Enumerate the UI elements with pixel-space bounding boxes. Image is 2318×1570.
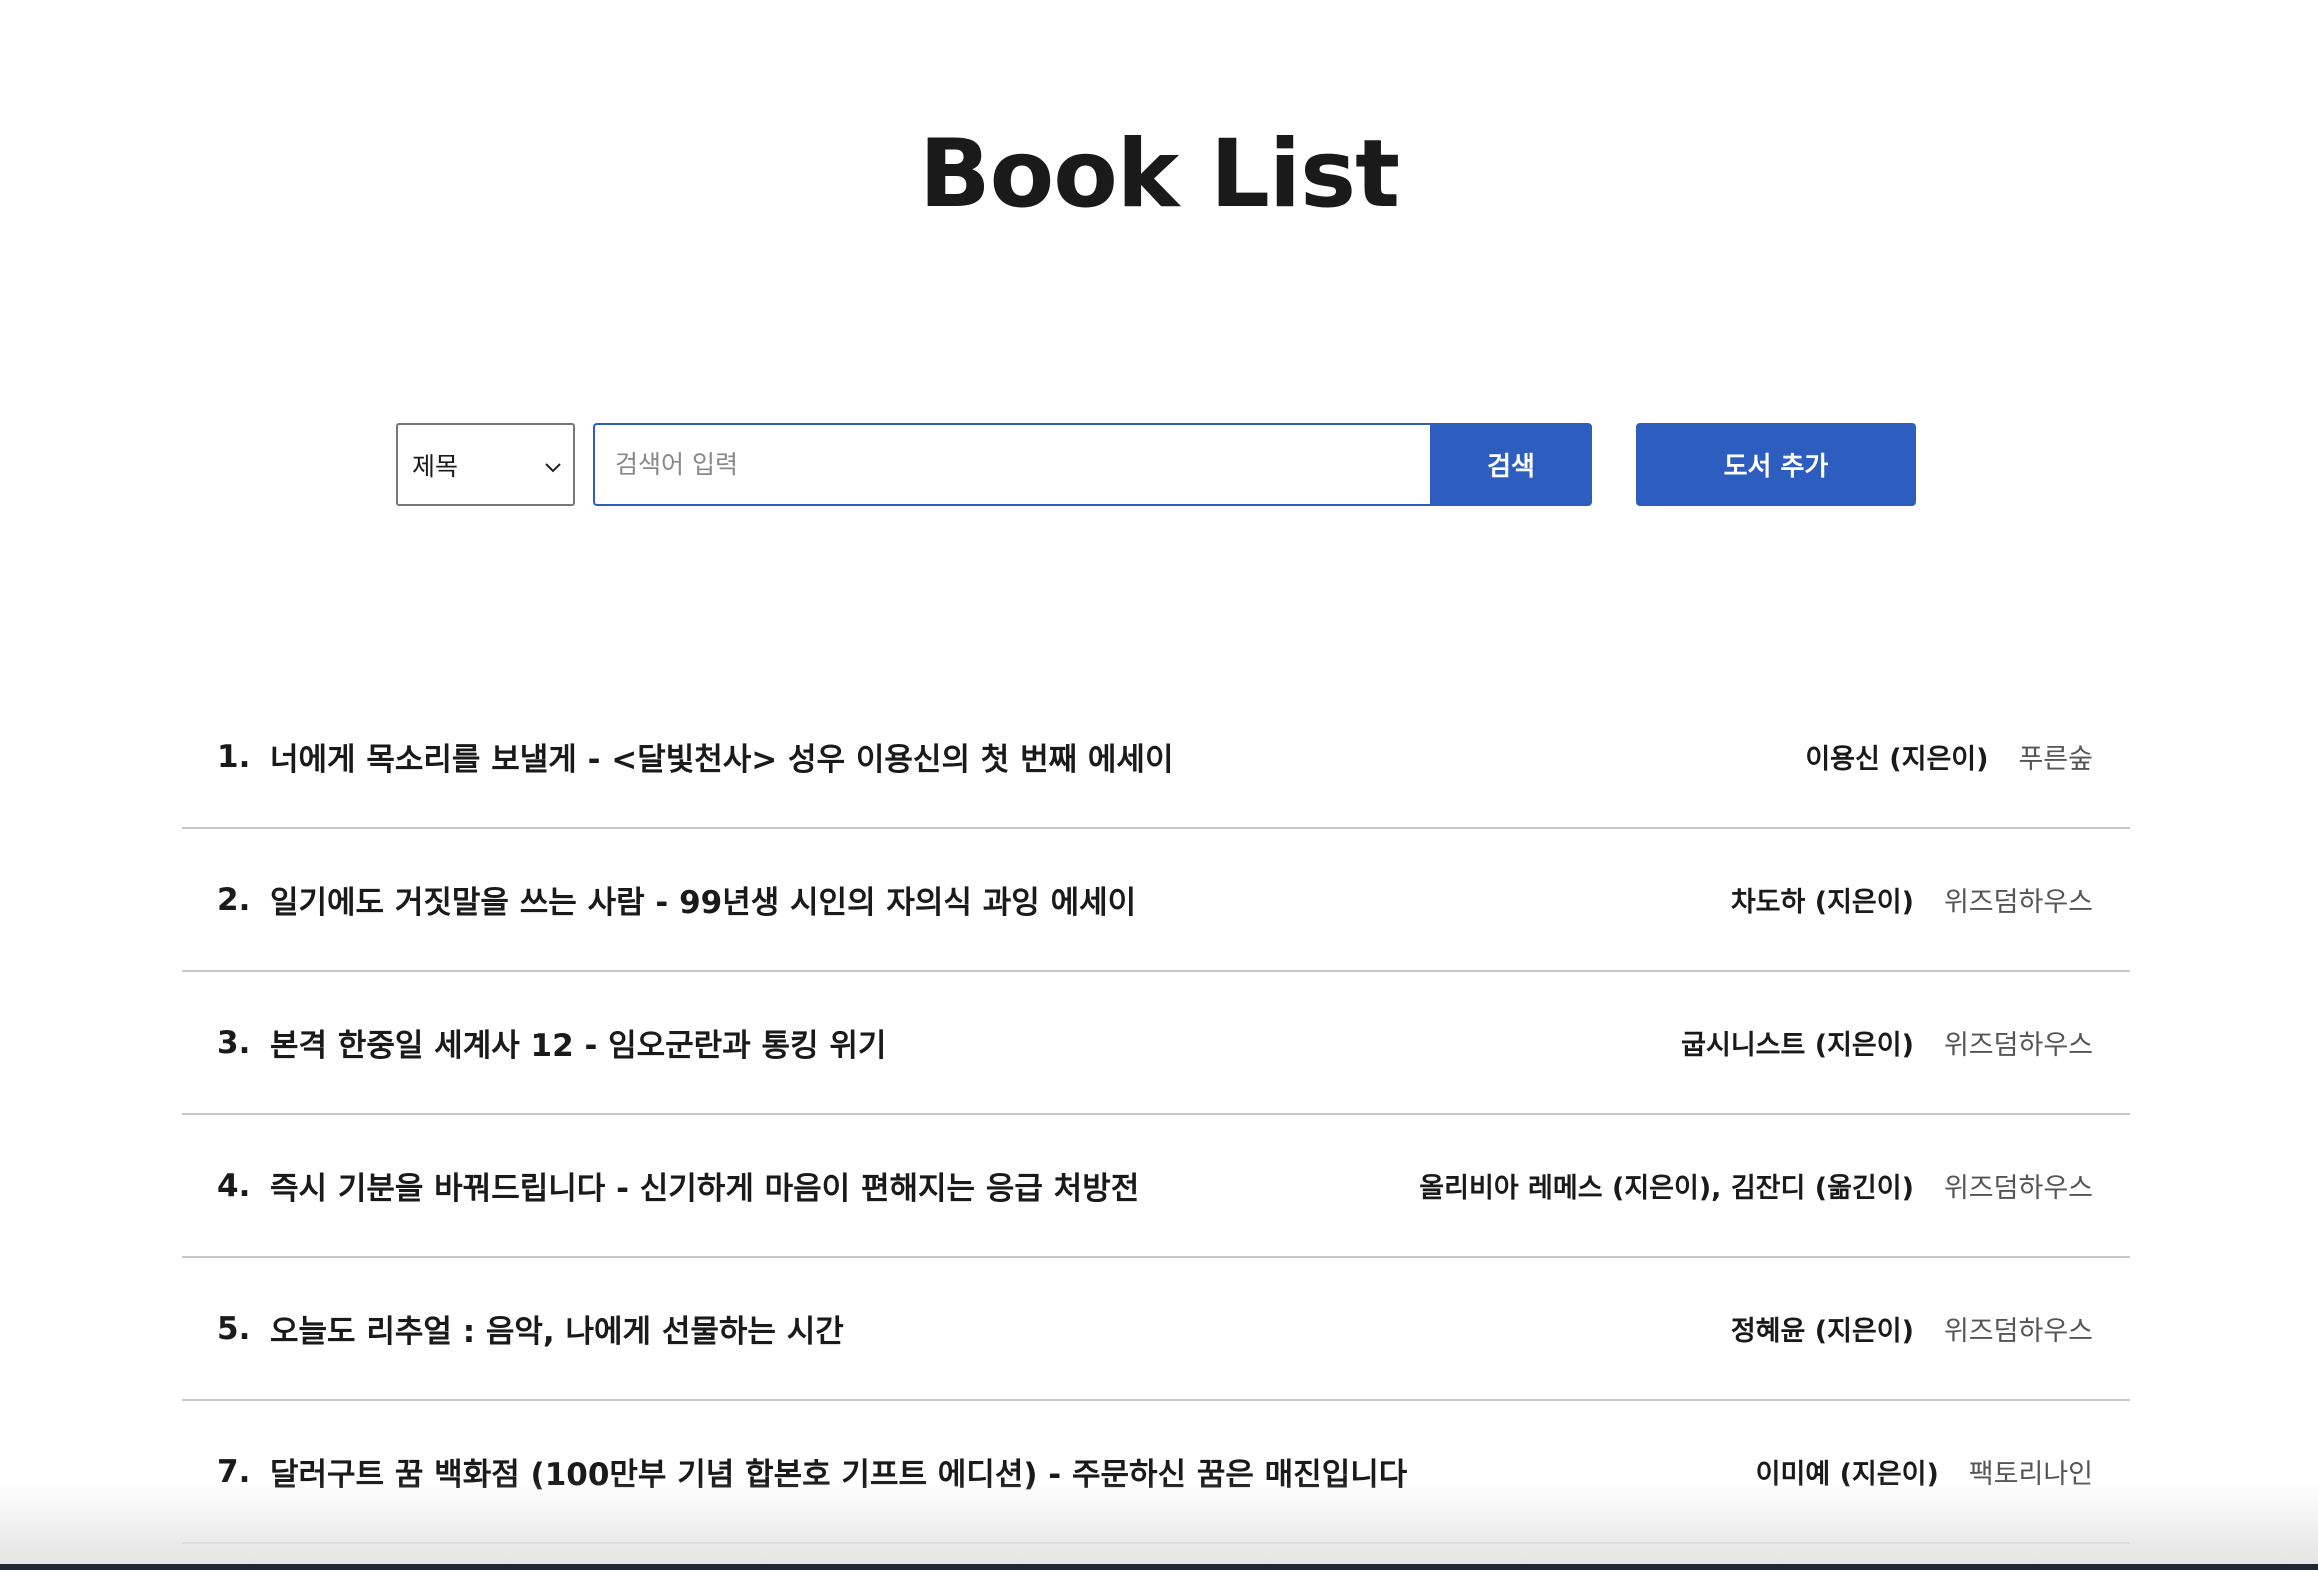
book-number: 3. [217,1024,251,1061]
book-row[interactable]: 2. 일기에도 거짓말을 쓰는 사람 - 99년생 시인의 자의식 과잉 에세이 차… [182,829,2130,972]
book-title[interactable]: 달러구트 꿈 백화점 (100만부 기념 합본호 기프트 에디션) - 주문하신… [270,1449,1756,1494]
book-publisher: 위즈덤하우스 [1943,1030,2093,1061]
book-number: 5. [217,1310,251,1347]
search-button[interactable]: 검색 [1430,423,1592,506]
book-author: 정혜윤 (지은이) [1730,1316,1914,1347]
book-number: 1. [217,738,251,775]
book-publisher: 위즈덤하우스 [1943,1316,2093,1347]
book-author: 이미예 (지은이) [1755,1459,1939,1490]
book-row[interactable]: 5. 오늘도 리추얼 : 음악, 나에게 선물하는 시간 정혜윤 (지은이) 위즈덤하… [182,1258,2130,1401]
book-row[interactable]: 4. 즉시 기분을 바꿔드립니다 - 신기하게 마음이 편해지는 응급 처방전 올리… [182,1115,2130,1258]
book-publisher: 푸른숲 [2018,744,2093,775]
book-number: 2. [217,881,251,918]
book-author: 이용신 (지은이) [1805,744,1989,775]
book-list: 1. 너에게 목소리를 보낼게 - <달빛천사> 성우 이용신의 첫 번째 에세이… [182,686,2130,1544]
book-publisher: 위즈덤하우스 [1943,1173,2093,1204]
book-number: 7. [217,1453,251,1490]
book-row[interactable]: 3. 본격 한중일 세계사 12 - 임오군란과 통킹 위기 굽시니스트 (지은이)… [182,972,2130,1115]
page-title: Book List [918,120,1400,229]
book-publisher: 위즈덤하우스 [1943,887,2093,918]
add-book-button[interactable]: 도서 추가 [1636,423,1916,506]
search-input[interactable] [593,423,1433,506]
book-title[interactable]: 즉시 기분을 바꿔드립니다 - 신기하게 마음이 편해지는 응급 처방전 [270,1163,1419,1208]
book-publisher: 팩토리나인 [1968,1459,2093,1490]
book-author: 차도하 (지은이) [1730,887,1914,918]
book-row[interactable]: 1. 너에게 목소리를 보낼게 - <달빛천사> 성우 이용신의 첫 번째 에세이… [182,686,2130,829]
book-row[interactable]: 7. 달러구트 꿈 백화점 (100만부 기념 합본호 기프트 에디션) - 주문… [182,1401,2130,1544]
book-title[interactable]: 본격 한중일 세계사 12 - 임오군란과 통킹 위기 [270,1020,1681,1065]
book-title[interactable]: 일기에도 거짓말을 쓰는 사람 - 99년생 시인의 자의식 과잉 에세이 [270,877,1731,922]
book-number: 4. [217,1167,251,1204]
select-value: 제목 [412,451,459,481]
bottom-edge-bar [0,1564,2318,1570]
book-title[interactable]: 오늘도 리추얼 : 음악, 나에게 선물하는 시간 [270,1306,1731,1351]
book-title[interactable]: 너에게 목소리를 보낼게 - <달빛천사> 성우 이용신의 첫 번째 에세이 [270,734,1805,779]
chevron-down-icon [545,450,561,479]
search-field-select[interactable]: 제목 [396,423,575,506]
book-author: 올리비아 레메스 (지은이), 김잔디 (옮긴이) [1419,1173,1914,1204]
book-author: 굽시니스트 (지은이) [1681,1030,1914,1061]
